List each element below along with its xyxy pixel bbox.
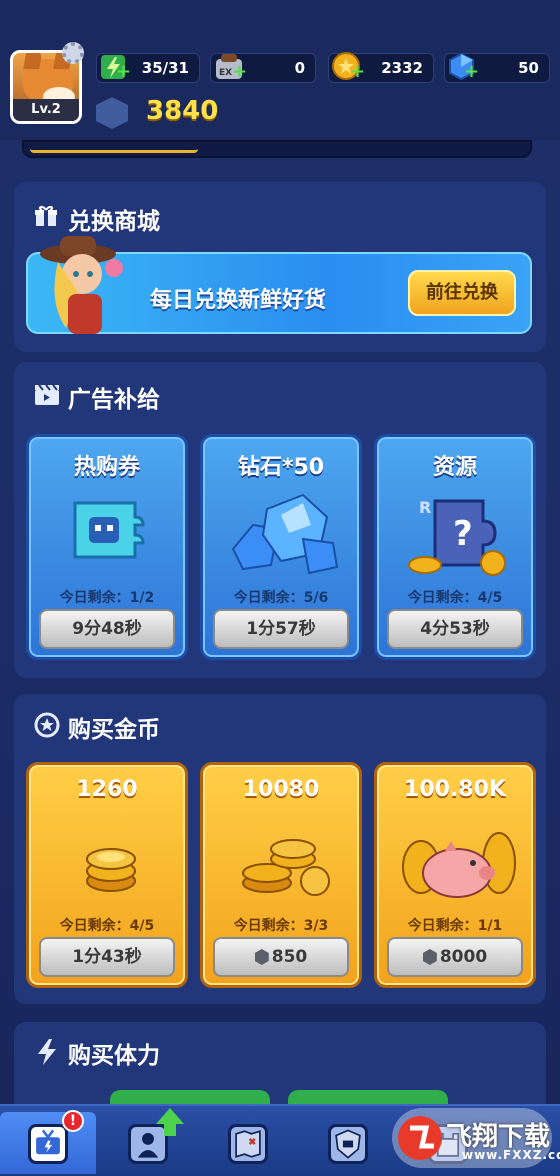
gold-card-amount: 1260 bbox=[76, 777, 138, 802]
gold-card-small[interactable]: 1260 今日剩余：4/5 1分43秒 bbox=[26, 762, 188, 988]
stamina-counter[interactable]: 35/31 bbox=[96, 53, 200, 83]
gold-card-price-button[interactable]: 1分43秒 bbox=[39, 937, 175, 977]
buy-gold-title: 购买金币 bbox=[68, 717, 160, 743]
nav-shop[interactable]: ! bbox=[0, 1110, 96, 1174]
nav-guild[interactable] bbox=[300, 1112, 396, 1174]
gem-counter[interactable]: 50 bbox=[444, 52, 550, 83]
go-exchange-button[interactable]: 前往兑换 bbox=[408, 270, 516, 316]
dog-face bbox=[23, 59, 75, 107]
settings-gear-icon[interactable] bbox=[62, 42, 84, 64]
ad-card-remaining: 今日剩余：5/6 bbox=[233, 590, 329, 606]
cowgirl-hero-image bbox=[40, 236, 123, 334]
gold-card-price: 8000 bbox=[439, 947, 488, 967]
svg-text:R: R bbox=[419, 498, 431, 517]
add-exp-icon[interactable]: + bbox=[232, 63, 247, 81]
ad-card-timer-button[interactable]: 9分48秒 bbox=[39, 609, 175, 649]
coin-counter[interactable]: 2332 bbox=[328, 52, 434, 83]
clapperboard-icon bbox=[35, 384, 59, 405]
watermark-logo-icon bbox=[398, 1116, 442, 1160]
player-level: Lv.2 bbox=[13, 99, 79, 121]
ad-card-title: 钻石*50 bbox=[237, 455, 325, 480]
ad-card-title: 热购券 bbox=[73, 455, 140, 480]
add-coin-icon[interactable]: + bbox=[350, 63, 365, 81]
add-gem-icon[interactable]: + bbox=[464, 63, 479, 81]
ad-card-resources[interactable]: 资源 ? R 今日剩余：4/5 4分53秒 bbox=[374, 434, 536, 660]
diamond-pile-icon bbox=[231, 493, 339, 575]
shield-icon bbox=[328, 1124, 368, 1164]
exp-icon-label: EX bbox=[219, 68, 233, 78]
nav-map[interactable] bbox=[200, 1112, 296, 1174]
coin-pile-icon bbox=[242, 839, 330, 896]
gold-card-remaining: 今日剩余：3/3 bbox=[233, 918, 329, 934]
ad-card-remaining: 今日剩余：4/5 bbox=[407, 590, 503, 606]
gold-card-remaining: 今日剩余：1/1 bbox=[407, 918, 503, 934]
ad-card-timer-button[interactable]: 4分53秒 bbox=[387, 609, 523, 649]
svg-text:?: ? bbox=[453, 514, 473, 554]
tv-shop-icon bbox=[28, 1124, 68, 1164]
ad-supply-title: 广告补给 bbox=[68, 387, 160, 413]
ad-card-remaining: 今日剩余：1/2 bbox=[59, 590, 155, 606]
lightning-icon bbox=[38, 1039, 56, 1065]
watermark-url: www.FXXZ.com bbox=[462, 1148, 560, 1162]
gold-card-price-button[interactable]: 8000 bbox=[387, 937, 523, 977]
previous-section-edge bbox=[22, 140, 532, 158]
map-icon bbox=[228, 1124, 268, 1164]
gold-card-remaining: 今日剩余：4/5 bbox=[59, 918, 155, 934]
buy-stamina-title: 购买体力 bbox=[68, 1043, 160, 1069]
gold-card-medium[interactable]: 10080 今日剩余：3/3 850 bbox=[200, 762, 362, 988]
gem-cost-icon bbox=[422, 949, 437, 965]
gift-icon bbox=[35, 205, 57, 226]
gold-card-amount: 100.80K bbox=[404, 777, 506, 802]
ad-card-diamonds[interactable]: 钻石*50 今日剩余：5/6 1分57秒 bbox=[200, 434, 362, 660]
alert-badge: ! bbox=[62, 1110, 84, 1132]
upgrade-arrow-stem bbox=[164, 1122, 176, 1136]
hero-silhouette-icon bbox=[128, 1124, 168, 1164]
gold-card-large[interactable]: 100.80K 今日剩余：1/1 8000 bbox=[374, 762, 536, 988]
coupon-ticket-icon bbox=[73, 501, 145, 559]
piggy-bank-icon bbox=[402, 832, 516, 898]
coin-stack-icon bbox=[86, 848, 136, 892]
exchange-title: 兑换商城 bbox=[68, 209, 160, 235]
ad-card-timer-button[interactable]: 1分57秒 bbox=[213, 609, 349, 649]
gold-card-price: 850 bbox=[271, 947, 308, 967]
ad-card-title: 资源 bbox=[432, 455, 477, 480]
gold-card-amount: 10080 bbox=[242, 777, 320, 802]
exp-item-counter[interactable]: EX 0 bbox=[210, 53, 316, 83]
coin-outline-icon bbox=[34, 712, 60, 738]
add-stamina-icon[interactable]: + bbox=[116, 63, 131, 81]
gold-card-price-button[interactable]: 850 bbox=[213, 937, 349, 977]
mystery-resource-icon: ? R bbox=[408, 498, 506, 576]
ad-card-coupon[interactable]: 热购券 今日剩余：1/2 9分48秒 bbox=[26, 434, 188, 660]
gem-cost-icon bbox=[254, 949, 269, 965]
power-value: 3840 bbox=[146, 96, 219, 126]
banner-text: 每日兑换新鲜好货 bbox=[150, 288, 327, 313]
